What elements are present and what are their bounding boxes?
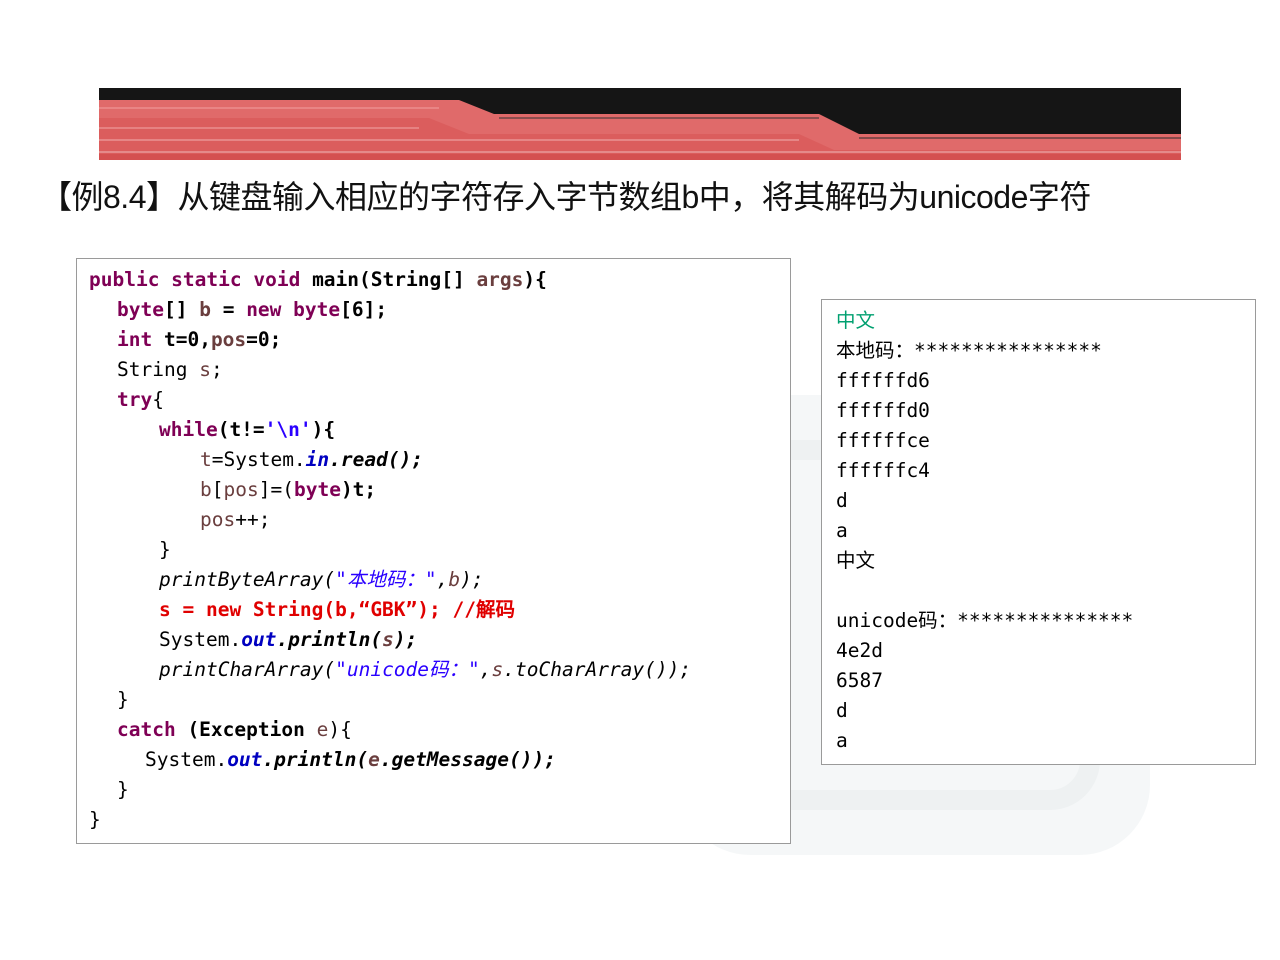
code-line-11: printByteArray("本地码：",b); — [159, 568, 484, 591]
code-line-9: pos++; — [200, 508, 271, 531]
code-line-17: System.out.println(e.getMessage()); — [145, 748, 556, 771]
output-line: ffffffce — [836, 429, 930, 452]
code-line-10: } — [159, 538, 171, 561]
code-line-4: String s; — [117, 358, 223, 381]
output-line: a — [836, 729, 848, 752]
header-banner — [99, 88, 1181, 160]
output-line: ffffffc4 — [836, 459, 930, 482]
code-line-13: System.out.println(s); — [159, 628, 418, 651]
code-line-12: s = new String(b,“GBK”); //解码 — [159, 598, 515, 621]
output-line: ffffffd6 — [836, 369, 930, 392]
slide-title: 【例8.4】从键盘输入相应的字符存入字节数组b中，将其解码为unicode字符 — [40, 179, 1091, 215]
code-line-3: int t=0,pos=0; — [117, 328, 282, 351]
code-line-6: while(t!='\n'){ — [159, 418, 336, 441]
code-panel: public static void main(String[] args){ … — [76, 258, 791, 844]
code-line-15: } — [117, 688, 129, 711]
output-line: 本地码：**************** — [836, 339, 1102, 362]
output-line: d — [836, 489, 848, 512]
output-line: d — [836, 699, 848, 722]
code-line-1: public static void main(String[] args){ — [89, 268, 547, 291]
output-line: 6587 — [836, 669, 883, 692]
code-line-2: byte[] b = new byte[6]; — [117, 298, 388, 321]
output-line: a — [836, 519, 848, 542]
output-line: 中文 — [836, 549, 876, 572]
code-line-8: b[pos]=(byte)t; — [200, 478, 377, 501]
console-output-panel: 中文 本地码：**************** ffffffd6 ffffffd… — [821, 299, 1256, 765]
output-line: ffffffd0 — [836, 399, 930, 422]
code-line-16: catch (Exception e){ — [117, 718, 352, 741]
code-line-18: } — [117, 778, 129, 801]
code-line-7: t=System.in.read(); — [200, 448, 424, 471]
banner-graphic — [99, 88, 1181, 160]
output-line: 中文 — [836, 309, 876, 332]
code-line-5: try{ — [117, 388, 164, 411]
output-line: 4e2d — [836, 639, 883, 662]
code-line-14: printCharArray("unicode码：",s.toCharArray… — [159, 658, 692, 681]
code-line-19: } — [89, 808, 101, 831]
output-line: unicode码：*************** — [836, 609, 1134, 632]
